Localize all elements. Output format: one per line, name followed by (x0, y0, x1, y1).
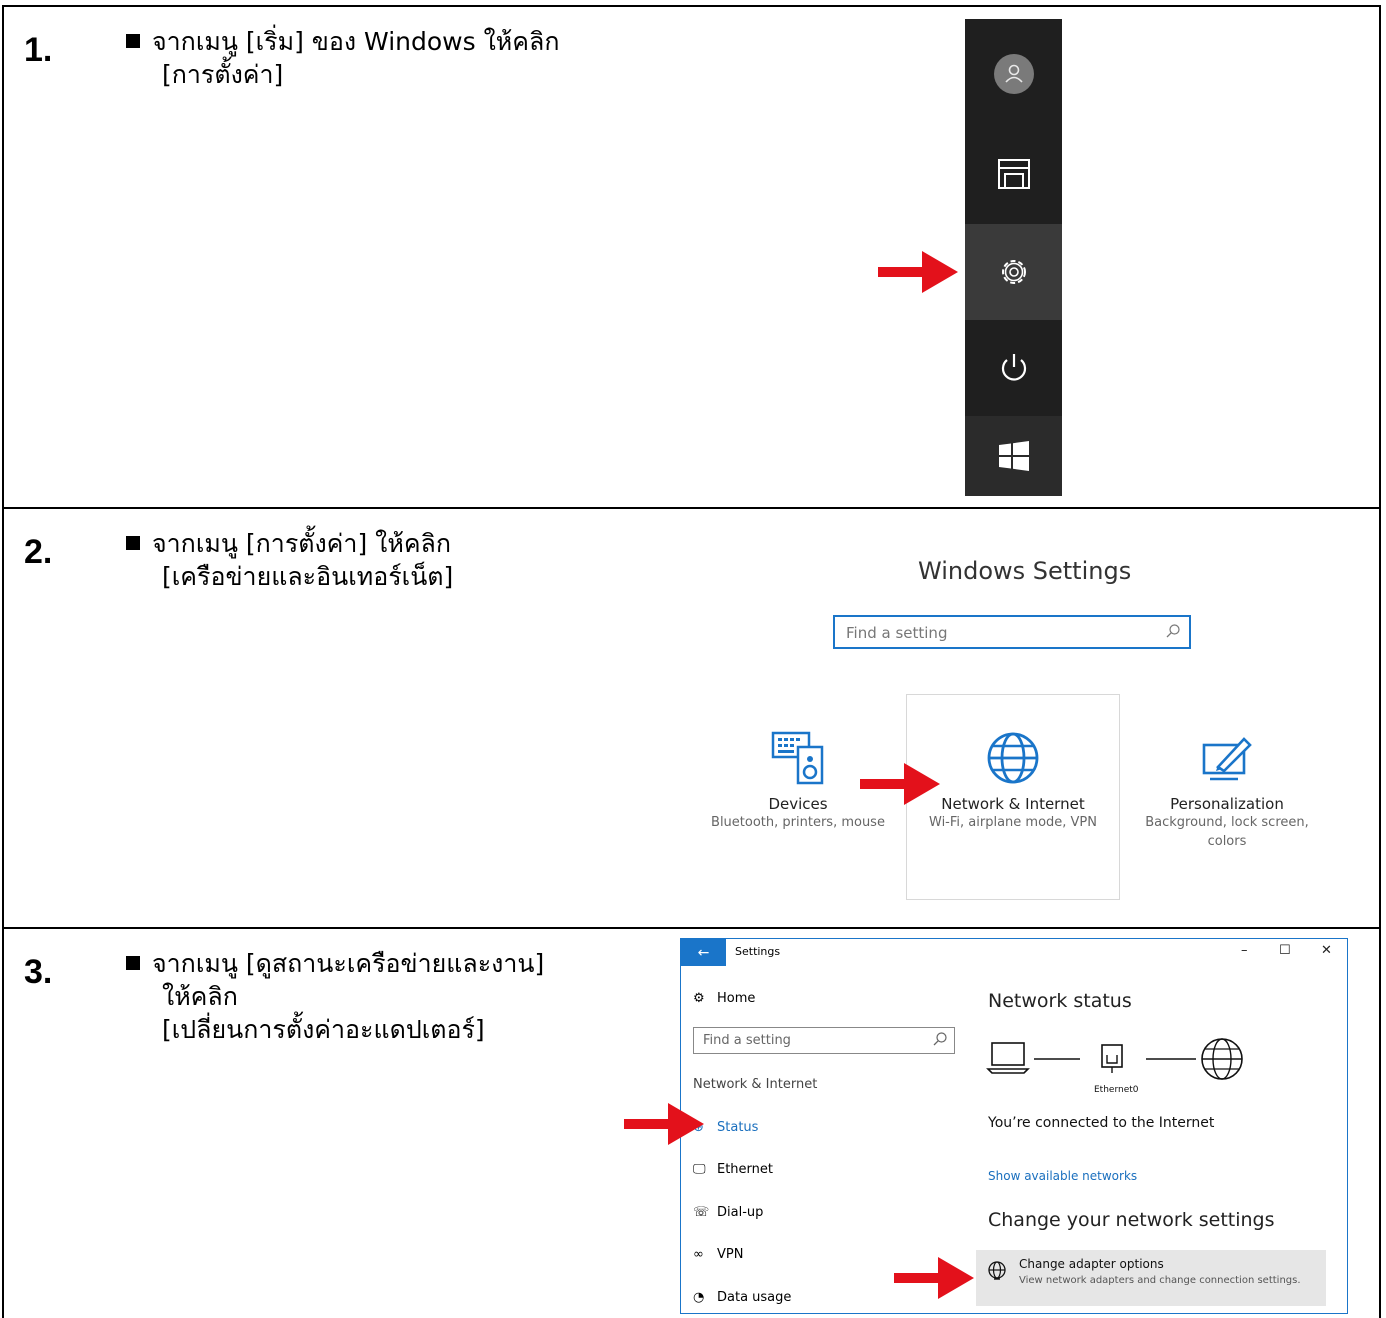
step-instruction: จากเมนู [การตั้งค่า] ให้คลิก [เครือข่ายแ… (126, 527, 453, 593)
step-number: 2. (24, 533, 53, 571)
personalization-tile[interactable]: Personalization Background, lock screen,… (1134, 731, 1320, 851)
search-icon (1166, 624, 1180, 638)
documents-button[interactable] (965, 129, 1062, 219)
start-menu-strip (965, 19, 1062, 496)
step-3-row: 3. จากเมนู [ดูสถานะเครือข่ายและงาน] ให้ค… (2, 927, 1381, 1318)
adapter-label: Ethernet0 (1094, 1085, 1139, 1095)
connected-status-text: You’re connected to the Internet (988, 1115, 1215, 1131)
red-arrow-icon (894, 1257, 974, 1299)
instruction-line: จากเมนู [การตั้งค่า] ให้คลิก (152, 529, 452, 558)
tile-subtitle: Wi-Fi, airplane mode, VPN (929, 815, 1097, 830)
bullet-icon (126, 536, 140, 550)
red-arrow-icon (860, 763, 940, 805)
change-settings-heading: Change your network settings (988, 1209, 1275, 1231)
sidebar-item-ethernet[interactable]: 🖵 Ethernet (693, 1162, 773, 1177)
gear-icon (1001, 260, 1026, 284)
windows-settings-title: Windows Settings (918, 557, 1132, 585)
close-button[interactable]: ✕ (1321, 943, 1332, 958)
maximize-button[interactable]: ☐ (1279, 943, 1291, 958)
minimize-button[interactable]: – (1241, 943, 1248, 958)
step-1-row: 1. จากเมนู [เริ่ม] ของ Windows ให้คลิก [… (2, 5, 1381, 509)
instruction-line: จากเมนู [ดูสถานะเครือข่ายและงาน] (152, 949, 545, 978)
devices-icon (771, 731, 824, 785)
windows-logo-icon (998, 441, 1029, 471)
red-arrow-icon (878, 251, 958, 293)
ethernet-port-icon (1101, 1044, 1123, 1073)
sidebar-item-label: Dial-up (717, 1205, 764, 1220)
red-arrow-icon (624, 1103, 704, 1145)
instruction-line: ให้คลิก (162, 982, 238, 1011)
sidebar-item-data-usage[interactable]: ◔ Data usage (693, 1290, 791, 1305)
power-icon (1001, 354, 1026, 381)
dialup-icon: ☏ (693, 1205, 710, 1220)
settings-button[interactable] (965, 224, 1062, 320)
change-adapter-options-button[interactable]: Change adapter options View network adap… (976, 1250, 1326, 1306)
search-placeholder: Find a setting (846, 624, 948, 642)
settings-search-input[interactable]: Find a setting (833, 615, 1191, 649)
adapter-option-description: View network adapters and change connect… (1019, 1275, 1301, 1286)
window-title: Settings (735, 945, 781, 958)
globe-icon (1201, 1038, 1243, 1080)
personalization-icon (1202, 737, 1252, 781)
sidebar-section-label: Network & Internet (693, 1077, 818, 1092)
title-bar: ← Settings – ☐ ✕ (681, 939, 1347, 966)
user-account-button[interactable] (965, 29, 1062, 119)
vpn-icon: ∞ (693, 1247, 704, 1262)
network-internet-tile[interactable]: Network & Internet Wi-Fi, airplane mode,… (918, 731, 1108, 832)
globe-icon (987, 732, 1039, 784)
search-placeholder: Find a setting (703, 1033, 791, 1048)
power-button[interactable] (965, 320, 1062, 416)
tile-title: Network & Internet (941, 795, 1085, 813)
step-number: 3. (24, 953, 53, 991)
documents-icon (997, 159, 1030, 189)
network-status-heading: Network status (988, 990, 1132, 1012)
start-button[interactable] (965, 416, 1062, 496)
tile-title: Personalization (1170, 795, 1284, 813)
show-networks-link[interactable]: Show available networks (988, 1169, 1137, 1183)
sidebar-home[interactable]: ⚙ Home (693, 991, 755, 1006)
step-instruction: จากเมนู [ดูสถานะเครือข่ายและงาน] ให้คลิก… (126, 947, 544, 1046)
sidebar-item-label: Ethernet (717, 1162, 773, 1177)
laptop-icon (986, 1042, 1030, 1074)
tile-subtitle: Background, lock screen, (1145, 815, 1309, 830)
instruction-line: จากเมนู [เริ่ม] ของ Windows ให้คลิก (152, 27, 560, 56)
instruction-line: [การตั้งค่า] (162, 60, 284, 89)
gear-icon: ⚙ (693, 991, 705, 1006)
sidebar-item-label: VPN (717, 1247, 744, 1262)
user-avatar-icon (993, 54, 1034, 94)
search-icon (933, 1032, 947, 1046)
step-number: 1. (24, 31, 53, 69)
data-usage-icon: ◔ (693, 1290, 705, 1305)
sidebar-item-label: Data usage (717, 1290, 792, 1305)
back-button[interactable]: ← (681, 939, 726, 966)
adapter-option-title: Change adapter options (1019, 1257, 1164, 1271)
bullet-icon (126, 34, 140, 48)
sidebar-item-label: Status (717, 1120, 759, 1135)
ethernet-icon: 🖵 (693, 1162, 706, 1177)
step-instruction: จากเมนู [เริ่ม] ของ Windows ให้คลิก [การ… (126, 25, 559, 91)
settings-window: ← Settings – ☐ ✕ ⚙ Home Find a setting N… (680, 938, 1348, 1314)
back-arrow-icon: ← (697, 944, 710, 961)
instruction-line: [เครือข่ายและอินเทอร์เน็ต] (162, 562, 454, 591)
bullet-icon (126, 956, 140, 970)
sidebar-item-dialup[interactable]: ☏ Dial-up (693, 1205, 763, 1220)
tile-subtitle: colors (1207, 834, 1247, 849)
step-2-row: 2. จากเมนู [การตั้งค่า] ให้คลิก [เครือข่… (2, 507, 1381, 929)
instruction-line: [เปลี่ยนการตั้งค่าอะแดปเตอร์] (162, 1015, 485, 1044)
sidebar-search-input[interactable]: Find a setting (693, 1027, 955, 1054)
sidebar-item-vpn[interactable]: ∞ VPN (693, 1247, 743, 1262)
adapter-globe-icon (988, 1261, 1006, 1280)
tile-subtitle: Bluetooth, printers, mouse (711, 815, 885, 830)
sidebar-item-label: Home (717, 991, 756, 1006)
